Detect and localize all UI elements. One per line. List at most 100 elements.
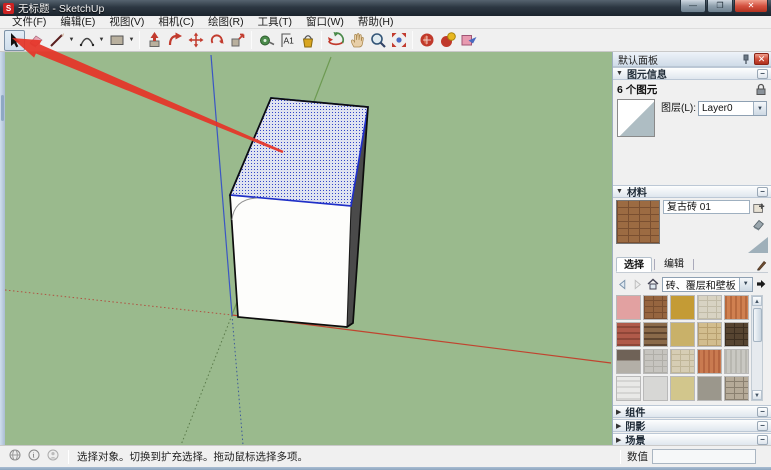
secondary-pane-arrow-icon[interactable] <box>755 277 768 292</box>
material-swatch[interactable] <box>670 376 695 401</box>
arc-tool-button[interactable] <box>76 30 97 51</box>
section-minimize-button[interactable]: − <box>757 435 768 445</box>
menu-item[interactable]: 编辑(E) <box>53 16 102 29</box>
section-header-components[interactable]: ▶组件− <box>613 405 771 418</box>
credits-status-icon[interactable]: i <box>28 449 40 464</box>
arc-dropdown-arrow-icon[interactable]: ▼ <box>97 30 106 51</box>
measurements-input[interactable] <box>652 449 756 464</box>
collection-dropdown-arrow[interactable]: ▼ <box>739 278 752 291</box>
back-arrow-icon[interactable] <box>616 277 629 292</box>
get-models-tool-button[interactable] <box>416 30 437 51</box>
cube-front-face[interactable] <box>230 195 351 327</box>
tape-measure-tool-button[interactable] <box>255 30 276 51</box>
material-swatch[interactable] <box>670 322 695 347</box>
material-swatch[interactable] <box>697 376 722 401</box>
3d-viewport[interactable] <box>5 52 612 445</box>
material-swatch[interactable] <box>616 322 641 347</box>
material-swatch[interactable] <box>697 349 722 374</box>
layer-dropdown-arrow[interactable]: ▼ <box>753 102 766 115</box>
material-swatch[interactable] <box>616 349 641 374</box>
scroll-up-icon[interactable]: ▲ <box>752 296 762 306</box>
materials-body: 复古砖 01 <box>613 198 771 401</box>
rectangle-dropdown-arrow-icon[interactable]: ▼ <box>127 30 136 51</box>
tab-separator <box>654 259 655 270</box>
material-swatch[interactable] <box>616 376 641 401</box>
material-swatch[interactable] <box>616 295 641 320</box>
active-material-preview[interactable] <box>616 200 660 244</box>
menu-item[interactable]: 工具(T) <box>251 16 299 29</box>
section-minimize-button[interactable]: − <box>757 421 768 431</box>
rotate-icon <box>208 31 226 49</box>
material-collection-dropdown[interactable]: 砖、覆层和壁板 ▼ <box>662 277 753 292</box>
entity-info-header[interactable]: ▼ 图元信息 − <box>613 67 771 80</box>
paint-bucket-tool-button[interactable] <box>297 30 318 51</box>
materials-minimize-button[interactable]: − <box>757 187 768 197</box>
material-swatch[interactable] <box>724 349 749 374</box>
home-icon[interactable] <box>647 277 660 292</box>
line-tool-button[interactable] <box>46 30 67 51</box>
extension-warehouse-tool-button[interactable] <box>458 30 479 51</box>
swatch-scrollbar[interactable]: ▲ ▼ <box>751 295 763 401</box>
materials-tabs: 选择编辑 <box>616 257 768 273</box>
materials-tab-edit[interactable]: 编辑 <box>657 257 691 272</box>
material-name-input[interactable]: 复古砖 01 <box>663 200 750 214</box>
create-material-icon[interactable] <box>752 201 766 215</box>
set-default-material-icon[interactable] <box>752 217 766 231</box>
zoom-tool-button[interactable] <box>367 30 388 51</box>
layer-dropdown[interactable]: Layer0 ▼ <box>698 101 767 116</box>
menu-item[interactable]: 相机(C) <box>151 16 201 29</box>
material-swatch[interactable] <box>643 349 668 374</box>
eraser-tool-button[interactable] <box>25 30 46 51</box>
menu-item[interactable]: 绘图(R) <box>201 16 251 29</box>
material-swatch[interactable] <box>697 295 722 320</box>
entity-info-body: 6 个图元 图层(L): Layer0 <box>613 80 771 185</box>
material-swatch[interactable] <box>724 295 749 320</box>
material-swatch[interactable] <box>643 376 668 401</box>
material-swatch[interactable] <box>670 349 695 374</box>
scale-tool-button[interactable] <box>227 30 248 51</box>
pan-tool-button[interactable] <box>346 30 367 51</box>
menu-item[interactable]: 文件(F) <box>5 16 53 29</box>
section-minimize-button[interactable]: − <box>757 407 768 417</box>
scrollbar-thumb[interactable] <box>753 308 762 342</box>
follow-me-tool-button[interactable] <box>164 30 185 51</box>
select-tool-button[interactable] <box>4 30 25 51</box>
sign-in-status-icon[interactable] <box>47 449 59 464</box>
maximize-button[interactable]: ❐ <box>707 0 733 13</box>
zoom-extents-tool-button[interactable] <box>388 30 409 51</box>
menu-item[interactable]: 帮助(H) <box>351 16 401 29</box>
materials-tab-select[interactable]: 选择 <box>616 257 652 272</box>
menu-item[interactable]: 窗口(W) <box>299 16 351 29</box>
panel-close-button[interactable]: ✕ <box>754 53 769 65</box>
rotate-tool-button[interactable] <box>206 30 227 51</box>
minimize-button[interactable]: — <box>680 0 706 13</box>
material-swatch[interactable] <box>697 322 722 347</box>
push-pull-icon <box>145 31 163 49</box>
material-swatch[interactable] <box>643 322 668 347</box>
forward-arrow-icon[interactable] <box>631 277 644 292</box>
line-dropdown-arrow-icon[interactable]: ▼ <box>67 30 76 51</box>
sample-paint-pencil-icon[interactable] <box>755 258 768 271</box>
collapse-triangle-icon: ▼ <box>616 188 623 195</box>
text-tool-button[interactable]: A1 <box>276 30 297 51</box>
material-swatch[interactable] <box>724 376 749 401</box>
material-swatch[interactable] <box>643 295 668 320</box>
material-swatch[interactable] <box>724 322 749 347</box>
section-header-shadows[interactable]: ▶阴影− <box>613 419 771 432</box>
scroll-down-icon[interactable]: ▼ <box>752 390 762 400</box>
move-tool-button[interactable] <box>185 30 206 51</box>
rectangle-tool-button[interactable] <box>106 30 127 51</box>
pin-icon[interactable] <box>741 54 751 65</box>
materials-header[interactable]: ▼ 材料 − <box>613 185 771 198</box>
menu-item[interactable]: 视图(V) <box>102 16 151 29</box>
material-swatch[interactable] <box>670 295 695 320</box>
geolocation-status-icon[interactable] <box>9 449 21 464</box>
push-pull-tool-button[interactable] <box>143 30 164 51</box>
entity-info-minimize-button[interactable]: − <box>757 69 768 79</box>
paint-bucket-icon <box>299 31 317 49</box>
lock-icon[interactable] <box>755 83 767 96</box>
close-button[interactable]: ✕ <box>734 0 768 13</box>
panel-title-bar[interactable]: 默认面板 ✕ <box>613 52 771 67</box>
orbit-tool-button[interactable] <box>325 30 346 51</box>
share-model-tool-button[interactable] <box>437 30 458 51</box>
